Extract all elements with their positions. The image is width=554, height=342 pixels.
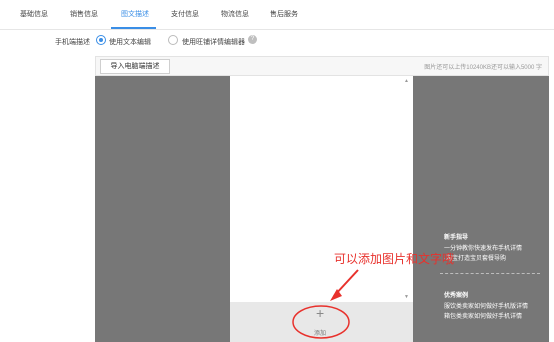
- tab-logistics-info[interactable]: 物流信息: [221, 9, 249, 19]
- tab-after-sales[interactable]: 售后服务: [270, 9, 298, 19]
- arrow-down-icon[interactable]: ▼: [404, 294, 409, 300]
- add-content-button[interactable]: + 添加: [230, 302, 413, 342]
- radio-text-editor[interactable]: [96, 35, 106, 45]
- active-tab-indicator: [111, 27, 156, 29]
- upload-quota-text: 图片还可以上传10240KB还可以输入5000 字: [424, 65, 542, 71]
- guide-link-apparel[interactable]: 服饮类卖家如何做好手机版详情: [444, 301, 528, 310]
- guide-title-beginner: 新手指导: [444, 235, 469, 241]
- tab-sales-info[interactable]: 销售信息: [70, 9, 98, 19]
- guide-link-bags[interactable]: 箱包类卖家如何做好手机详情: [444, 311, 522, 320]
- guide-divider: [440, 273, 540, 274]
- editor-toolbar: 导入电脑端描述 图片还可以上传10240KB还可以输入5000 字: [95, 56, 549, 76]
- tab-bar: 基础信息 销售信息 图文描述 支付信息 物流信息 售后服务: [0, 0, 554, 30]
- mobile-preview-canvas[interactable]: [230, 76, 413, 302]
- radio-text-editor-label[interactable]: 使用文本编辑: [109, 37, 151, 47]
- question-icon[interactable]: ?: [248, 35, 257, 44]
- import-pc-desc-button[interactable]: 导入电脑端描述: [100, 59, 170, 74]
- annotation-text: 可以添加图片和文字哦: [334, 252, 455, 266]
- plus-icon: +: [316, 305, 325, 321]
- arrow-up-icon[interactable]: ▲: [404, 78, 409, 84]
- guide-link-quick-publish[interactable]: 一分钟教你快速发布手机详情: [444, 243, 522, 252]
- radio-shop-editor[interactable]: [168, 35, 178, 45]
- guide-title-cases: 优秀案例: [444, 293, 469, 299]
- add-label: 添加: [314, 331, 327, 337]
- tab-graphic-desc[interactable]: 图文描述: [121, 9, 149, 19]
- radio-shop-editor-label[interactable]: 使用旺铺详情编辑器: [182, 37, 245, 47]
- mobile-desc-label: 手机端描述: [55, 39, 90, 46]
- tab-basic-info[interactable]: 基础信息: [20, 9, 48, 19]
- tab-payment-info[interactable]: 支付信息: [171, 9, 199, 19]
